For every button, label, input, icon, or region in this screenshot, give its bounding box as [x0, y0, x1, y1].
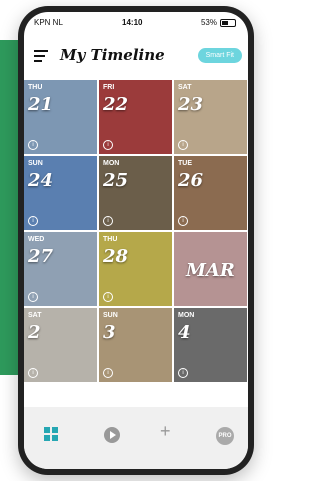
day-cell[interactable]: THU 21 i: [24, 80, 97, 154]
day-label: MON: [178, 312, 195, 319]
info-icon[interactable]: i: [28, 216, 38, 226]
info-icon[interactable]: i: [103, 140, 113, 150]
day-cell[interactable]: TUE 26 i: [174, 156, 247, 230]
day-number: 25: [103, 170, 129, 191]
month-cell[interactable]: MAR: [174, 232, 247, 306]
day-label: SAT: [178, 84, 192, 91]
day-label: WED: [28, 236, 45, 243]
app-header: My Timeline Smart Fit: [24, 36, 248, 80]
day-label: SAT: [28, 312, 42, 319]
page-title: My Timeline: [60, 46, 165, 64]
day-number: 21: [28, 94, 54, 115]
status-right: 53%: [201, 18, 236, 27]
grid-icon[interactable]: [44, 427, 58, 441]
play-icon[interactable]: [104, 427, 120, 443]
day-label: TUE: [178, 160, 192, 167]
battery-icon: [220, 18, 236, 27]
day-label: SUN: [28, 160, 43, 167]
day-cell[interactable]: MON 25 i: [99, 156, 172, 230]
day-cell[interactable]: WED 27 i: [24, 232, 97, 306]
day-cell[interactable]: MON 4 i: [174, 308, 247, 382]
info-icon[interactable]: i: [28, 292, 38, 302]
day-cell[interactable]: SAT 23 i: [174, 80, 247, 154]
day-number: 3: [103, 322, 116, 343]
day-cell[interactable]: SUN 3 i: [99, 308, 172, 382]
plus-icon[interactable]: +: [160, 421, 171, 442]
day-label: MON: [103, 160, 120, 167]
info-icon[interactable]: i: [103, 216, 113, 226]
month-label: MAR: [186, 260, 235, 281]
day-cell[interactable]: SAT 2 i: [24, 308, 97, 382]
day-number: 4: [178, 322, 191, 343]
info-icon[interactable]: i: [178, 140, 188, 150]
pro-icon[interactable]: PRO: [216, 427, 234, 445]
info-icon[interactable]: i: [103, 292, 113, 302]
info-icon[interactable]: i: [178, 216, 188, 226]
day-number: 28: [103, 246, 129, 267]
battery-percent: 53%: [200, 18, 217, 27]
day-number: 22: [103, 94, 129, 115]
time-label: 14:10: [122, 18, 143, 27]
info-icon[interactable]: i: [28, 140, 38, 150]
day-label: THU: [103, 236, 118, 243]
phone-screen: KPN NL 14:10 53% My Timeline Smart Fit T…: [24, 12, 248, 469]
day-number: 2: [28, 322, 41, 343]
day-label: SUN: [103, 312, 118, 319]
smart-fit-button[interactable]: Smart Fit: [197, 48, 242, 63]
day-number: 26: [178, 170, 204, 191]
day-number: 27: [28, 246, 54, 267]
carrier-label: KPN NL: [34, 18, 63, 27]
info-icon[interactable]: i: [178, 368, 188, 378]
menu-icon[interactable]: [34, 50, 48, 62]
info-icon[interactable]: i: [28, 368, 38, 378]
status-bar: KPN NL 14:10 53%: [24, 12, 248, 36]
day-label: THU: [28, 84, 43, 91]
info-icon[interactable]: i: [103, 368, 113, 378]
day-number: 23: [178, 94, 204, 115]
day-cell[interactable]: FRI 22 i: [99, 80, 172, 154]
day-label: FRI: [103, 84, 115, 91]
bottom-nav: + PRO: [24, 407, 248, 469]
day-cell[interactable]: THU 28 i: [99, 232, 172, 306]
day-number: 24: [28, 170, 54, 191]
day-cell[interactable]: SUN 24 i: [24, 156, 97, 230]
